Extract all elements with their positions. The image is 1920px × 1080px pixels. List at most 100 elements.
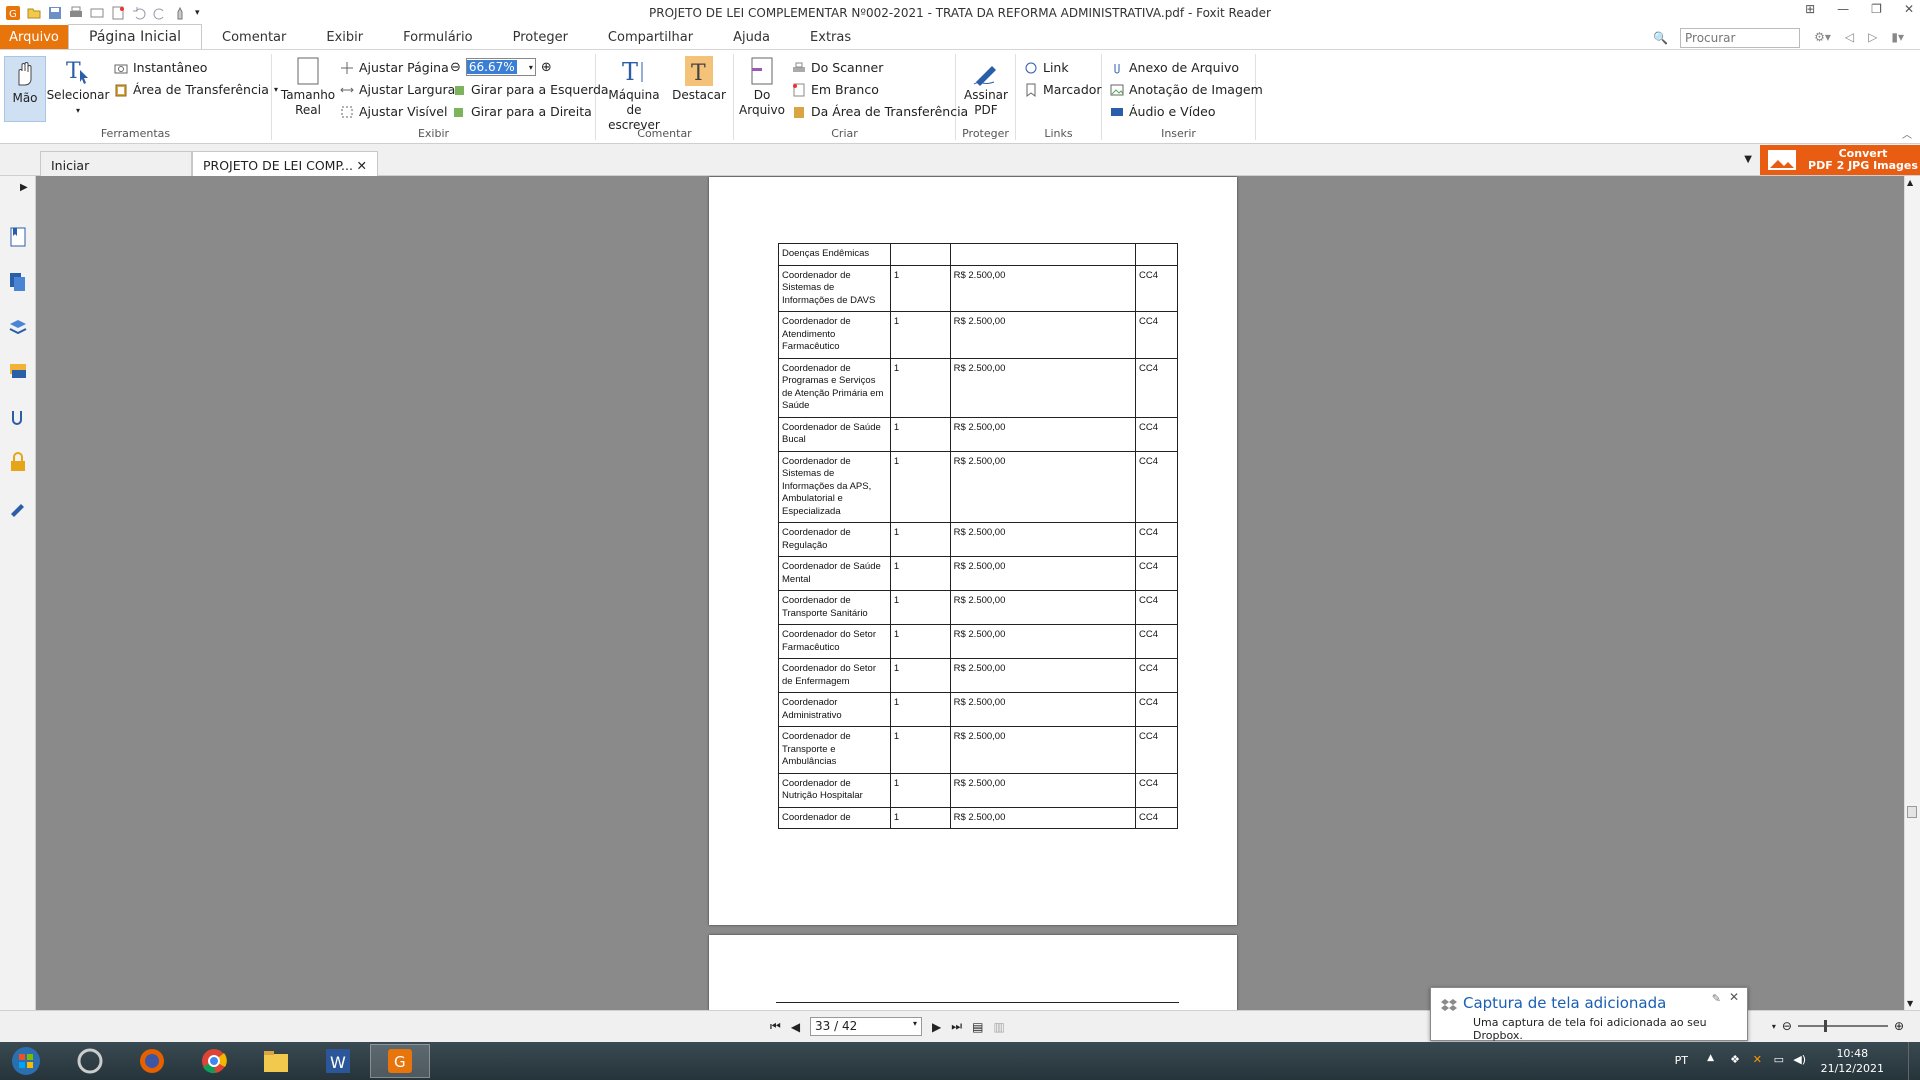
scroll-down-icon[interactable]: ▼	[1907, 999, 1913, 1008]
status-zoom-in-icon[interactable]: ⊕	[1894, 1019, 1904, 1033]
tab-home[interactable]: Página Inicial	[68, 24, 203, 49]
zoom-slider[interactable]	[1797, 1020, 1888, 1032]
print-icon[interactable]	[69, 6, 83, 20]
clock[interactable]: 10:48 21/12/2021	[1821, 1046, 1884, 1076]
blank-page-button[interactable]: Em Branco	[792, 82, 879, 97]
scroll-thumb[interactable]	[1907, 806, 1917, 818]
attachments-panel-icon[interactable]	[8, 406, 28, 428]
taskbar-app-word[interactable]: W	[308, 1044, 368, 1078]
customize-quick-access-icon[interactable]: ▾	[195, 8, 200, 18]
highlight-button[interactable]: T Destacar	[672, 56, 726, 103]
page-layout-icon[interactable]: ▤	[972, 1020, 983, 1034]
zoom-out-icon[interactable]: ⊖	[450, 60, 461, 75]
redo-icon[interactable]	[153, 6, 167, 20]
tab-form[interactable]: Formulário	[383, 25, 492, 49]
tab-share[interactable]: Compartilhar	[588, 25, 713, 49]
dropbox-tray-icon[interactable]: ❖	[1730, 1053, 1740, 1066]
ribbon-display-icon[interactable]: ⊞	[1805, 2, 1815, 16]
page-number-input[interactable]: 33 / 42 ▾	[810, 1017, 923, 1036]
close-notification-icon[interactable]: ✕	[1729, 990, 1739, 1004]
layers-panel-icon[interactable]	[8, 316, 28, 338]
minimize-button[interactable]: —	[1837, 2, 1849, 16]
taskbar-app-foxit[interactable]: G	[370, 1044, 430, 1078]
settings-gear-icon[interactable]: ⚙▾	[1814, 30, 1831, 44]
restore-button[interactable]: ❐	[1871, 2, 1882, 16]
alert-tray-icon[interactable]: ✕	[1753, 1053, 1762, 1066]
tab-start[interactable]: Iniciar	[40, 151, 192, 176]
hand-tool-quick-icon[interactable]	[174, 6, 188, 20]
show-desktop-button[interactable]	[1908, 1042, 1920, 1080]
security-lock-icon[interactable]	[8, 451, 28, 473]
language-indicator[interactable]: PT	[1675, 1054, 1688, 1067]
previous-page-icon[interactable]: ◀	[791, 1020, 800, 1034]
fit-width-button[interactable]: Ajustar Largura	[340, 82, 455, 97]
rotate-right-button[interactable]: Girar para a Direita	[452, 104, 592, 119]
link-button[interactable]: Link	[1024, 60, 1069, 75]
rotate-left-button[interactable]: Girar para a Esquerda	[452, 82, 609, 97]
find-icon[interactable]: 🔍	[1653, 31, 1668, 45]
page-layout-alt-icon[interactable]: ▥	[993, 1020, 1004, 1034]
undo-icon[interactable]	[132, 6, 146, 20]
back-arrow-icon[interactable]: ◁	[1845, 30, 1854, 44]
bookmarks-panel-icon[interactable]	[8, 226, 28, 248]
last-page-icon[interactable]: ⏭	[951, 1019, 962, 1034]
clipboard-button[interactable]: Área de Transferência ▾	[114, 82, 278, 97]
comments-panel-icon[interactable]	[8, 361, 28, 383]
snapshot-button[interactable]: Instantâneo	[114, 60, 207, 75]
tab-view[interactable]: Exibir	[306, 25, 383, 49]
zoom-input[interactable]: 66.67% ▾	[465, 58, 536, 76]
audio-video-button[interactable]: Áudio e Vídeo	[1110, 104, 1215, 119]
taskbar-app-explorer[interactable]	[246, 1044, 306, 1078]
fit-visible-button[interactable]: Ajustar Visível	[340, 104, 447, 119]
sign-pdf-button[interactable]: Assinar PDF	[960, 56, 1012, 118]
tab-comment[interactable]: Comentar	[202, 25, 306, 49]
actual-size-button[interactable]: Tamanho Real	[281, 56, 335, 118]
pages-panel-icon[interactable]	[8, 271, 28, 293]
file-attachment-button[interactable]: Anexo de Arquivo	[1110, 60, 1239, 75]
first-page-icon[interactable]: ⏮	[770, 1019, 781, 1034]
zoom-dropdown-icon[interactable]: ▾	[1772, 1022, 1776, 1031]
tab-current-document[interactable]: PROJETO DE LEI COMP... ✕	[192, 151, 378, 176]
taskbar-app-media[interactable]	[60, 1044, 120, 1078]
pin-icon[interactable]: ✎	[1712, 992, 1721, 1005]
taskbar-app-chrome[interactable]	[184, 1044, 244, 1078]
signatures-panel-icon[interactable]	[8, 496, 28, 518]
document-viewport[interactable]: Doenças Endêmicas Coordenador de Sistema…	[36, 176, 1904, 1010]
start-button[interactable]	[0, 1044, 52, 1078]
scroll-up-icon[interactable]: ▲	[1907, 178, 1913, 187]
dropbox-notification[interactable]: ✎ ✕ Captura de tela adicionada Uma captu…	[1430, 987, 1748, 1042]
convert-ad-banner[interactable]: Convert PDF 2 JPG Images	[1760, 145, 1920, 175]
status-zoom-out-icon[interactable]: ⊖	[1782, 1019, 1792, 1033]
show-hidden-icons[interactable]: ▲	[1707, 1053, 1714, 1063]
bookmark-button[interactable]: Marcador	[1024, 82, 1102, 97]
scan-icon[interactable]	[90, 6, 104, 20]
tab-protect[interactable]: Proteger	[493, 25, 588, 49]
volume-tray-icon[interactable]: ◀)	[1793, 1053, 1806, 1066]
image-annotation-button[interactable]: Anotação de Imagem	[1110, 82, 1263, 97]
tab-help[interactable]: Ajuda	[713, 25, 790, 49]
forward-arrow-icon[interactable]: ▷	[1868, 30, 1877, 44]
tab-extras[interactable]: Extras	[790, 25, 871, 49]
vertical-scrollbar[interactable]: ▲ ▼	[1904, 176, 1920, 1010]
from-scanner-button[interactable]: Do Scanner	[792, 60, 883, 75]
typewriter-button[interactable]: T Máquina de escrever	[602, 56, 666, 133]
fit-page-button[interactable]: Ajustar Página	[340, 60, 449, 75]
from-clipboard-button[interactable]: Da Área de Transferência	[792, 104, 968, 119]
new-doc-icon[interactable]	[111, 6, 125, 20]
tab-list-dropdown-icon[interactable]: ▼	[1744, 154, 1752, 165]
next-page-icon[interactable]: ▶	[932, 1020, 941, 1034]
close-button[interactable]: ✕	[1904, 2, 1914, 16]
network-tray-icon[interactable]: ▭	[1774, 1053, 1784, 1066]
taskbar-app-firefox[interactable]	[122, 1044, 182, 1078]
close-tab-icon[interactable]: ✕	[357, 158, 367, 173]
file-menu-tab[interactable]: Arquivo	[0, 25, 68, 49]
select-tool-button[interactable]: T Selecionar ▾	[47, 56, 110, 118]
save-icon[interactable]	[48, 6, 62, 20]
open-folder-icon[interactable]	[27, 6, 41, 20]
account-icon[interactable]: ▮▾	[1891, 30, 1904, 44]
search-input[interactable]: Procurar	[1680, 28, 1800, 48]
zoom-in-icon[interactable]: ⊕	[541, 60, 552, 75]
hand-tool-button[interactable]: Mão	[4, 56, 46, 122]
expand-panel-icon[interactable]: ▶	[20, 182, 28, 193]
from-file-button[interactable]: Do Arquivo	[739, 56, 785, 118]
